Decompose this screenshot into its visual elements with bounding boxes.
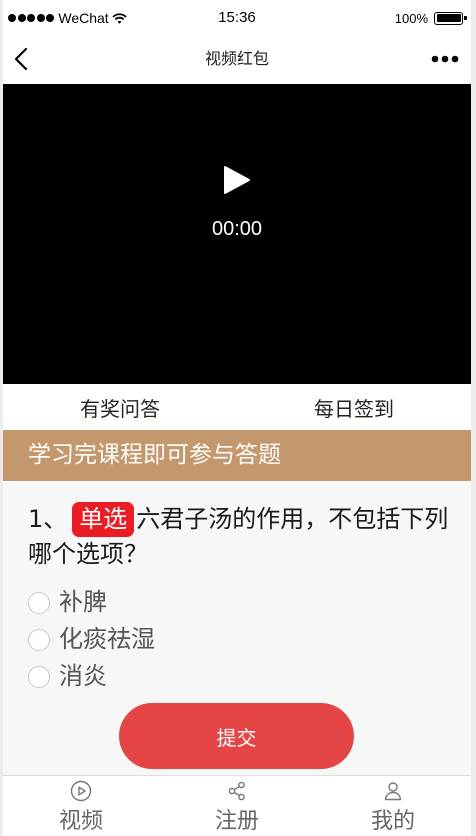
option-list: 补脾 化痰祛湿 消炎 xyxy=(28,584,471,695)
video-player[interactable]: 00:00 xyxy=(3,84,471,384)
nav-bar: 视频红包 xyxy=(3,36,471,84)
tab-checkin[interactable]: 每日签到 xyxy=(237,384,471,430)
option-item[interactable]: 补脾 xyxy=(28,584,471,621)
quiz-banner: 学习完课程即可参与答题 xyxy=(3,430,471,481)
status-bar: WeChat 15:36 100% xyxy=(3,0,471,36)
tab-row: 有奖问答 每日签到 xyxy=(3,384,471,430)
tabbar-item-video[interactable]: 视频 xyxy=(3,776,159,836)
tabbar-label: 视频 xyxy=(58,809,103,834)
back-button[interactable] xyxy=(12,46,30,72)
battery-nub xyxy=(463,15,467,20)
question-card: 1、 单选 六君子汤的作用，不包括下列哪个选项？ 补脾 化痰祛湿 消炎 提交 xyxy=(3,481,471,775)
video-current-time: 00:00 xyxy=(211,218,263,240)
more-button[interactable] xyxy=(430,51,460,67)
question-number: 1、 xyxy=(28,505,68,533)
option-label: 消炎 xyxy=(59,662,107,690)
option-label: 补脾 xyxy=(59,588,107,616)
status-right: 100% xyxy=(394,0,467,36)
option-item[interactable]: 消炎 xyxy=(28,658,471,695)
radio-button[interactable] xyxy=(28,591,50,614)
tabbar-item-register[interactable]: 注册 xyxy=(159,776,315,836)
question-text: 1、 单选 六君子汤的作用，不包括下列哪个选项？ xyxy=(28,502,456,571)
chevron-left-icon[interactable] xyxy=(14,47,28,71)
tabbar-label: 注册 xyxy=(214,809,259,834)
question-type-badge: 单选 xyxy=(72,502,135,537)
user-icon[interactable] xyxy=(382,780,404,802)
tab-quiz[interactable]: 有奖问答 xyxy=(3,384,237,430)
share-icon[interactable] xyxy=(226,780,248,802)
play-circle-icon[interactable] xyxy=(70,780,92,802)
battery-fill xyxy=(436,14,461,22)
tabbar-item-mine[interactable]: 我的 xyxy=(315,776,471,836)
radio-button[interactable] xyxy=(28,628,50,651)
battery-icon xyxy=(434,11,467,25)
option-label: 化痰祛湿 xyxy=(59,625,155,653)
battery-percent: 100% xyxy=(394,10,428,26)
app-screen: WeChat 15:36 100% 视频红包 00:00 有奖问答 每日签到 学… xyxy=(3,0,471,836)
option-item[interactable]: 化痰祛湿 xyxy=(28,621,471,658)
more-dots-icon[interactable] xyxy=(431,55,459,63)
submit-button[interactable]: 提交 xyxy=(119,703,354,769)
bottom-tabbar: 视频 注册 我的 xyxy=(3,775,471,836)
tabbar-label: 我的 xyxy=(370,809,415,834)
page-title: 视频红包 xyxy=(204,49,269,68)
radio-button[interactable] xyxy=(28,665,50,688)
play-icon[interactable] xyxy=(221,165,251,195)
